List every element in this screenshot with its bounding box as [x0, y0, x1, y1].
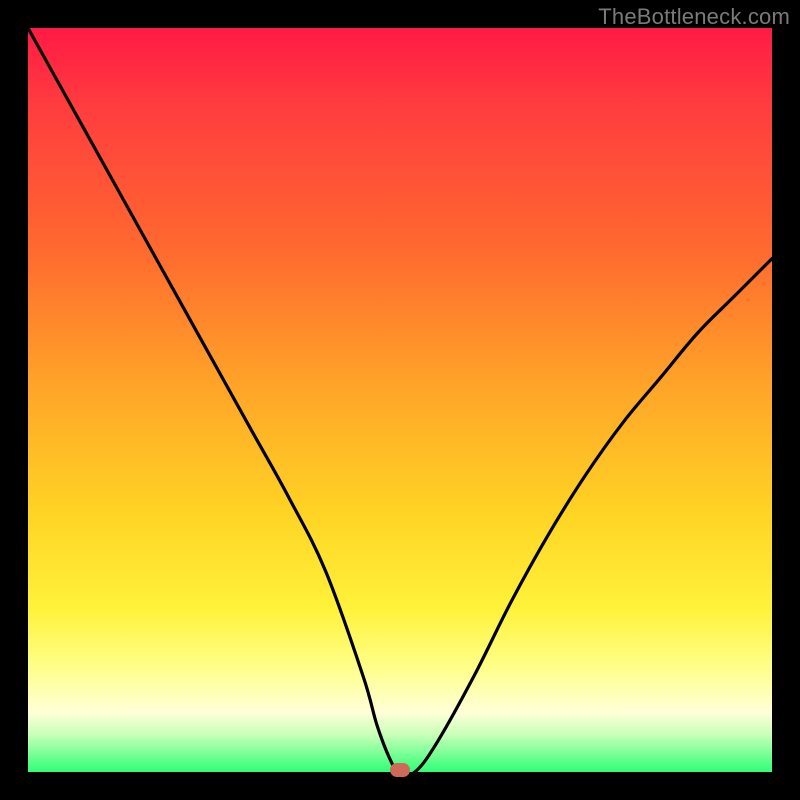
bottleneck-curve	[28, 28, 772, 772]
chart-frame: TheBottleneck.com	[0, 0, 800, 800]
plot-area	[28, 28, 772, 772]
watermark-text: TheBottleneck.com	[598, 4, 790, 30]
optimal-point-marker	[390, 763, 410, 777]
